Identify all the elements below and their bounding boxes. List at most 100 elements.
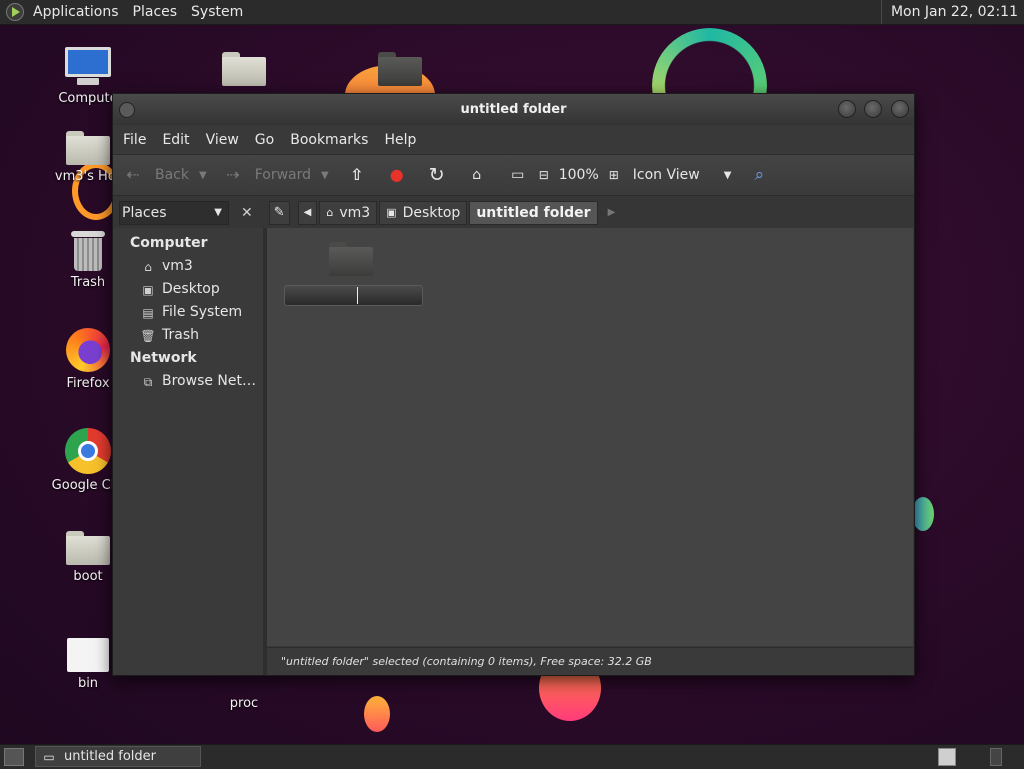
- desktop-icon: ▣: [142, 282, 154, 297]
- up-button[interactable]: ⇧: [347, 165, 367, 185]
- sidebar-item-browse-network[interactable]: ⧉ Browse Net…: [113, 370, 263, 393]
- zoom-in-icon: ⊞: [608, 168, 619, 182]
- workspace-switcher-2[interactable]: [990, 748, 1002, 766]
- panel-clock[interactable]: Mon Jan 22, 02:11: [880, 0, 1024, 24]
- computer-icon: [65, 47, 111, 87]
- zoom-level: 100%: [558, 167, 599, 183]
- window-menu-icon[interactable]: [119, 102, 135, 118]
- menu-edit[interactable]: Edit: [154, 132, 197, 148]
- sidebar-heading-computer: Computer: [130, 235, 208, 251]
- menu-places[interactable]: Places: [126, 4, 185, 20]
- trash-icon: [71, 231, 105, 271]
- home-icon: ⌂: [144, 259, 152, 274]
- view-mode-label: Icon View: [632, 167, 700, 183]
- folder-icon: ▭: [43, 749, 55, 764]
- firefox-icon: [66, 328, 110, 372]
- back-label: Back: [155, 167, 189, 183]
- computer-button[interactable]: ▭: [507, 165, 529, 185]
- show-desktop-icon[interactable]: [4, 748, 24, 766]
- zoom-in-button[interactable]: ⊞: [607, 165, 621, 185]
- desktop-icon-folder[interactable]: [204, 52, 284, 90]
- stop-button[interactable]: ●: [387, 165, 407, 185]
- desktop-icon: ▣: [386, 205, 397, 219]
- drive-icon: ▤: [142, 305, 154, 320]
- new-folder-item[interactable]: [329, 242, 373, 278]
- workspace-switcher-1[interactable]: [938, 748, 956, 766]
- folder-icon: [222, 52, 266, 86]
- sidebar-item-vm3[interactable]: ⌂ vm3: [113, 255, 263, 278]
- back-button[interactable]: ⇠ Back ▼: [123, 165, 207, 185]
- sidebar-item-desktop[interactable]: ▣ Desktop: [113, 278, 263, 301]
- sidebar-item-label: File System: [162, 304, 243, 320]
- reload-icon: ↻: [428, 164, 445, 186]
- close-sidebar-icon[interactable]: ✕: [241, 205, 253, 221]
- folder-icon: [66, 531, 110, 565]
- text-cursor: [357, 287, 358, 304]
- menu-view[interactable]: View: [198, 132, 247, 148]
- window-titlebar[interactable]: untitled folder: [113, 94, 914, 125]
- chevron-left-icon: ◀: [303, 207, 312, 218]
- file-manager-window: untitled folder File Edit View Go Bookma…: [112, 93, 915, 676]
- menu-help[interactable]: Help: [376, 132, 424, 148]
- breadcrumb-label: Desktop: [402, 204, 461, 221]
- home-icon: ⌂: [326, 205, 334, 219]
- breadcrumb-vm3[interactable]: ⌂ vm3: [319, 200, 378, 225]
- location-bar: Places ▼ ✕ ✎ ◀ ⌂ vm3 ▣ Desktop untitled …: [113, 196, 914, 229]
- sidebar-item-trash[interactable]: 🗑 Trash: [113, 324, 263, 347]
- taskbar-item-label: untitled folder: [64, 749, 157, 764]
- wallpaper-shape: [912, 497, 934, 531]
- places-label: Places: [122, 204, 167, 221]
- window-title: untitled folder: [460, 102, 567, 117]
- desktop-icon-label: bin: [77, 676, 99, 691]
- menu-system[interactable]: System: [184, 4, 250, 20]
- file-view[interactable]: [267, 228, 913, 646]
- menubar: File Edit View Go Bookmarks Help: [113, 125, 914, 154]
- search-button[interactable]: ⌕: [749, 165, 769, 185]
- sidebar-item-file-system[interactable]: ▤ File System: [113, 301, 263, 324]
- places-sidebar: Computer ⌂ vm3 ▣ Desktop ▤ File System 🗑…: [113, 228, 267, 675]
- breadcrumb-untitled-folder[interactable]: untitled folder: [469, 200, 598, 225]
- zoom-out-icon: ⊟: [538, 168, 549, 182]
- menu-bookmarks[interactable]: Bookmarks: [282, 132, 376, 148]
- breadcrumb-label: untitled folder: [476, 204, 591, 221]
- menu-file[interactable]: File: [115, 132, 154, 148]
- home-folder-icon: [66, 131, 110, 165]
- up-arrow-icon: ⇧: [350, 165, 364, 184]
- maximize-icon[interactable]: [864, 100, 882, 118]
- desktop-icon-label: Trash: [70, 275, 106, 290]
- rename-field[interactable]: [284, 285, 423, 306]
- view-mode-select[interactable]: Icon View ▼: [633, 167, 732, 183]
- chevron-right-icon: ▶: [607, 207, 616, 218]
- sidebar-item-label: Desktop: [162, 281, 220, 297]
- home-button[interactable]: ⌂: [467, 165, 487, 185]
- menu-go[interactable]: Go: [247, 132, 282, 148]
- taskbar-item-untitled-folder[interactable]: ▭ untitled folder: [35, 746, 201, 767]
- breadcrumb-right-button[interactable]: ▶: [608, 207, 616, 218]
- breadcrumb-label: vm3: [339, 204, 371, 221]
- breadcrumb-desktop[interactable]: ▣ Desktop: [379, 200, 468, 225]
- folder-icon: [378, 52, 422, 86]
- zoom-out-button[interactable]: ⊟: [537, 165, 551, 185]
- reload-button[interactable]: ↻: [427, 165, 447, 185]
- chevron-down-icon[interactable]: ▼: [199, 170, 207, 181]
- bottom-panel: ▭ untitled folder: [0, 744, 1024, 769]
- close-icon[interactable]: [891, 100, 909, 118]
- desktop-icon-label: Compute: [58, 91, 118, 106]
- menu-applications[interactable]: Applications: [26, 4, 126, 20]
- places-dropdown[interactable]: Places ▼: [119, 200, 229, 225]
- desktop-icon-label: boot: [73, 569, 103, 584]
- sidebar-item-label: Browse Net…: [162, 373, 257, 389]
- minimize-icon[interactable]: [838, 100, 856, 118]
- forward-button[interactable]: ⇢ Forward ▼: [223, 165, 329, 185]
- stop-icon: ●: [389, 165, 404, 184]
- breadcrumb-left-button[interactable]: ◀: [297, 200, 318, 225]
- toggle-location-entry-button[interactable]: ✎: [268, 200, 290, 225]
- breadcrumb: ✎ ◀ ⌂ vm3 ▣ Desktop untitled folder ▶: [268, 200, 616, 225]
- trash-icon: 🗑: [140, 328, 156, 343]
- chevron-down-icon[interactable]: ▼: [321, 170, 329, 181]
- desktop-icon-folder-dark[interactable]: [360, 52, 440, 90]
- wallpaper-shape: [364, 696, 390, 732]
- chevron-down-icon: ▼: [723, 169, 732, 181]
- applications-logo-icon[interactable]: [6, 3, 24, 21]
- desktop-icon-label: Firefox: [66, 376, 110, 391]
